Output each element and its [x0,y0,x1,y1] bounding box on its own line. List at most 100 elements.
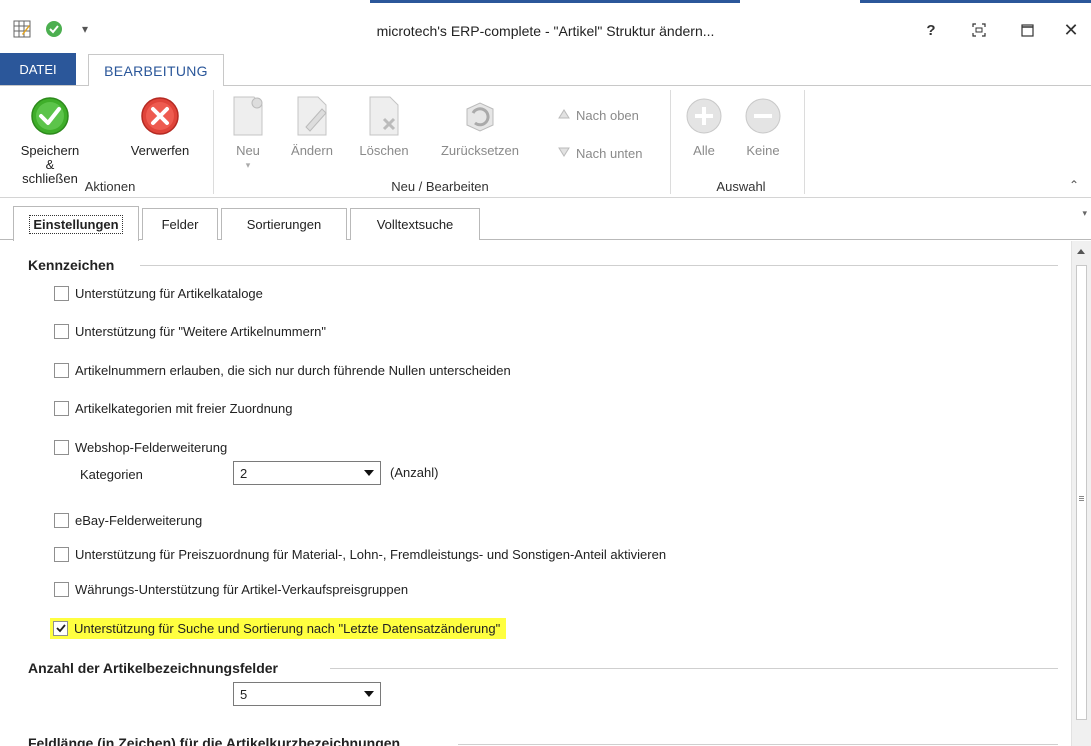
checkbox-label: eBay-Felderweiterung [75,512,203,528]
help-button[interactable]: ? [918,19,944,41]
kategorien-value: 2 [240,465,248,481]
ribbon-group-separator [213,90,214,194]
anzahl-value: 5 [240,686,248,702]
grip-icon [1079,496,1084,497]
tab-overflow-icon[interactable]: ▾ [1082,208,1087,219]
new-document-icon [226,94,270,138]
vertical-scrollbar[interactable] [1071,241,1091,746]
section-anzahl-title: Anzahl der Artikelbezeichnungsfelder [28,660,288,676]
checkbox-box[interactable] [54,285,69,301]
page-tab-bar: Einstellungen Felder Sortierungen Vollte… [0,206,1091,241]
checkbox-label: Unterstützung für Suche und Sortierung n… [74,620,501,636]
delete-document-icon [362,94,406,138]
minus-circle-icon [741,94,785,138]
move-down-label: Nach unten [576,146,643,161]
checkbox-ebay-felderweiterung[interactable]: eBay-Felderweiterung [54,510,202,530]
checkbox-webshop-felderweiterung[interactable]: Webshop-Felderweiterung [54,437,227,457]
settings-panel: Kennzeichen Unterstützung für Artikelkat… [0,241,1070,746]
new-dropdown-icon: ▾ [245,160,251,170]
tab-einstellungen[interactable]: Einstellungen [13,206,139,241]
checkbox-label: Währungs-Unterstützung für Artikel-Verka… [75,581,409,597]
section-feldlaenge-title: Feldlänge (in Zeichen) für die Artikelku… [28,735,411,746]
group-label-aktionen: Aktionen [84,179,136,194]
move-down-button[interactable]: Nach unten [556,144,643,163]
section-divider [330,668,1058,669]
tab-einstellungen-label: Einstellungen [29,214,123,234]
checkbox-label: Artikelnummern erlauben, die sich nur du… [75,362,511,378]
checkbox-preiszuordnung[interactable]: Unterstützung für Preiszuordnung für Mat… [54,544,666,564]
checkbox-box[interactable] [53,620,68,636]
group-label-neu-bearbeiten: Neu / Bearbeiten [391,179,489,194]
delete-label: Löschen [359,143,409,158]
ribbon-tab-bar: DATEI BEARBEITUNG [0,53,1091,87]
move-up-button[interactable]: Nach oben [556,106,639,125]
move-up-label: Nach oben [576,108,639,123]
new-label: Neu [236,143,260,158]
discard-label: Verwerfen [130,143,190,158]
checkbox-box[interactable] [54,439,69,455]
anzahl-bezeichnungsfelder-select[interactable]: 5 [233,682,381,706]
delete-button[interactable]: Löschen [354,94,414,158]
arrow-down-icon [556,144,572,163]
checkbox-box[interactable] [54,400,69,416]
checkbox-fuehrende-nullen[interactable]: Artikelnummern erlauben, die sich nur du… [54,360,511,380]
checkbox-label: Webshop-Felderweiterung [75,439,228,455]
save-and-close-button[interactable]: Speichern & schließen [18,94,82,186]
tab-datei[interactable]: DATEI [0,53,76,85]
reset-button[interactable]: Zurücksetzen [430,94,530,158]
checkbox-weitere-artikelnummern[interactable]: Unterstützung für "Weitere Artikelnummer… [54,321,326,341]
checkbox-box[interactable] [54,362,69,378]
tab-sortierungen[interactable]: Sortierungen [221,208,347,240]
tab-volltextsuche[interactable]: Volltextsuche [350,208,480,240]
scroll-up-icon[interactable] [1077,249,1085,254]
checkbox-label: Unterstützung für Artikelkataloge [75,285,263,301]
discard-button[interactable]: Verwerfen [122,94,198,158]
kategorien-select[interactable]: 2 [233,461,381,485]
checkbox-label: Unterstützung für "Weitere Artikelnummer… [75,323,327,339]
ribbon: Speichern & schließen Verwerfen Aktionen… [0,86,1091,198]
ribbon-group-separator [670,90,671,194]
check-circle-icon [28,94,72,138]
checkbox-artikelkataloge[interactable]: Unterstützung für Artikelkataloge [54,283,263,303]
checkmark-icon [55,624,66,633]
collapse-ribbon-icon[interactable]: ⌃ [1069,178,1079,192]
checkbox-box[interactable] [54,323,69,339]
section-divider [458,744,1058,745]
restore-layout-button[interactable] [966,19,992,41]
select-all-label: Alle [693,143,715,158]
checkbox-box[interactable] [54,546,69,562]
kategorien-suffix: (Anzahl) [390,465,439,480]
checkbox-box[interactable] [54,512,69,528]
close-button[interactable]: ✕ [1058,19,1084,41]
kategorien-label: Kategorien [80,467,143,482]
ribbon-group-separator [804,90,805,194]
tab-felder[interactable]: Felder [142,208,218,240]
edit-label: Ändern [291,143,333,158]
scroll-thumb[interactable] [1076,265,1087,720]
checkbox-box[interactable] [54,581,69,597]
select-none-label: Keine [746,143,780,158]
section-divider [140,265,1058,266]
edit-button[interactable]: Ändern [282,94,342,158]
plus-circle-icon [682,94,726,138]
title-bar: ▾ microtech's ERP-complete - "Artikel" S… [0,3,1091,53]
checkbox-letzte-datensatzaenderung[interactable]: Unterstützung für Suche und Sortierung n… [50,617,507,639]
dropdown-arrow-icon [364,691,374,697]
dropdown-arrow-icon [364,470,374,476]
reset-icon [458,94,502,138]
edit-document-icon [290,94,334,138]
reset-label: Zurücksetzen [440,143,520,158]
highlight-marker: Unterstützung für Suche und Sortierung n… [50,617,507,639]
section-kennzeichen-title: Kennzeichen [28,257,125,273]
checkbox-waehrungs-unterstuetzung[interactable]: Währungs-Unterstützung für Artikel-Verka… [54,579,408,599]
tab-bearbeitung[interactable]: BEARBEITUNG [88,54,224,87]
select-all-button[interactable]: Alle [682,94,726,158]
checkbox-label: Artikelkategorien mit freier Zuordnung [75,400,293,416]
checkbox-artikelkategorien[interactable]: Artikelkategorien mit freier Zuordnung [54,398,293,418]
new-button[interactable]: Neu ▾ [226,94,270,172]
select-none-button[interactable]: Keine [738,94,788,158]
maximize-button[interactable] [1014,19,1040,41]
cancel-circle-icon [138,94,182,138]
save-label-line1: Speichern [20,143,80,158]
arrow-up-icon [556,106,572,125]
